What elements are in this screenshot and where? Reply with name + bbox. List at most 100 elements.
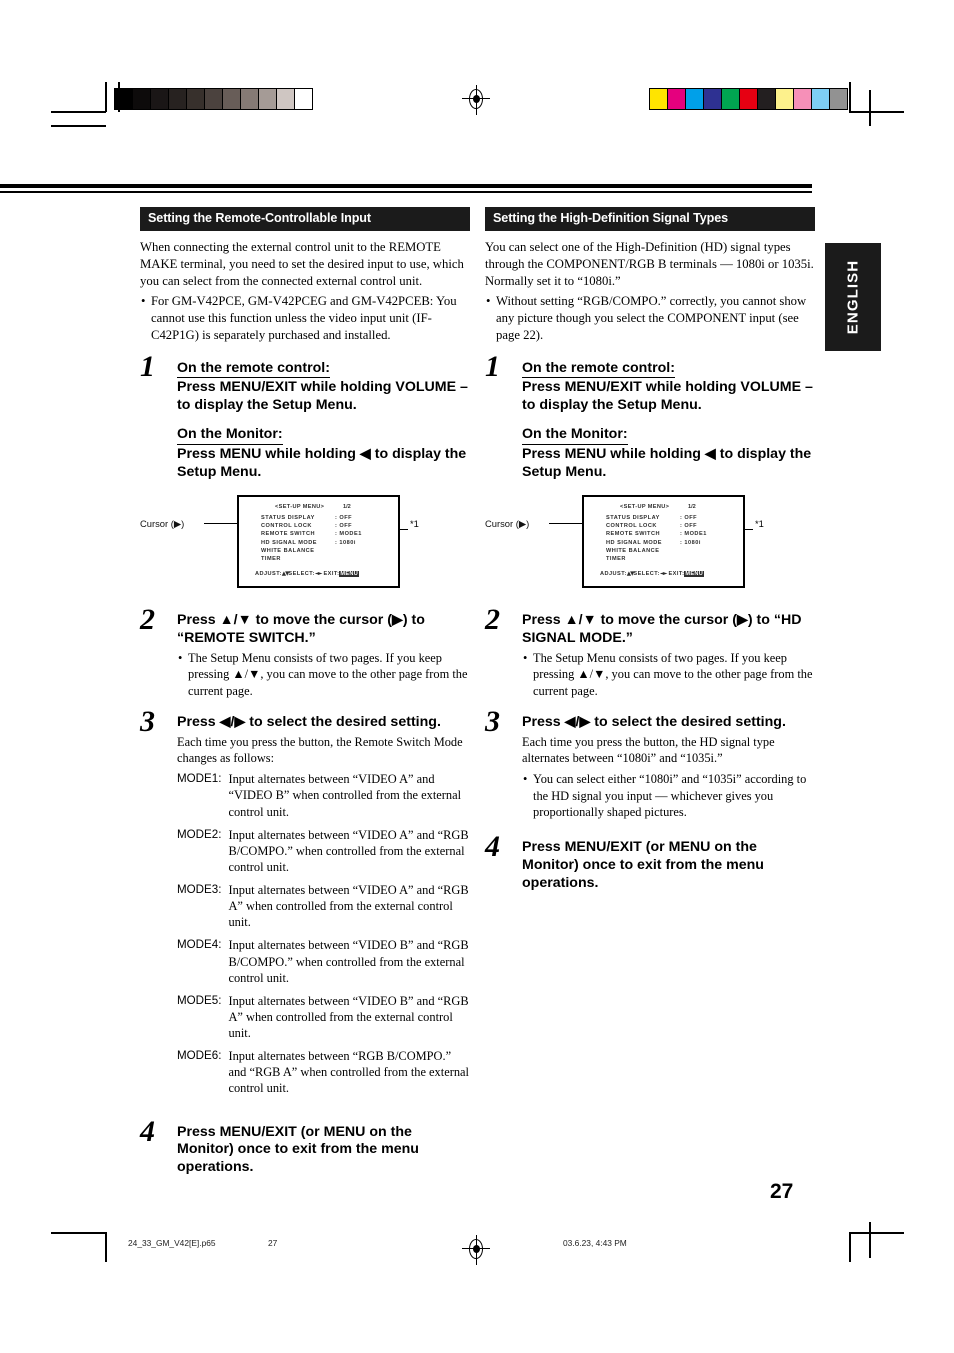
page-rule-thin	[0, 191, 812, 193]
left-section-intro: When connecting the external control uni…	[140, 240, 464, 288]
table-row: MODE3: Input alternates between “VIDEO A…	[177, 882, 470, 937]
osd-item: HD SIGNAL MODE	[606, 539, 662, 546]
color-calibration-bar	[649, 88, 848, 110]
osd-item: HD SIGNAL MODE	[261, 539, 317, 546]
color-swatch	[704, 89, 722, 109]
mode-description: Input alternates between “RGB B/COMPO.” …	[228, 1049, 469, 1096]
crop-mark-tr-vertical-2	[869, 90, 871, 126]
osd-footer-exit-label: EXIT:	[668, 570, 685, 577]
list-item: The Setup Menu consists of two pages. If…	[522, 650, 815, 700]
osd-value-list: : OFF : OFF : MODE1 : 1080i	[680, 514, 707, 547]
step-body: The Setup Menu consists of two pages. If…	[177, 650, 470, 700]
right-step-4: 4 Press MENU/EXIT (or MENU on the Monito…	[485, 831, 815, 893]
osd-screen: <SET-UP MENU> 1/2 STATUS DISPLAY CONTROL…	[237, 494, 400, 588]
step-body: Each time you press the button, the HD s…	[522, 735, 775, 766]
grayscale-swatch	[223, 89, 241, 109]
cursor-callout-label: Cursor (▶)	[485, 517, 530, 529]
list-item: The Setup Menu consists of two pages. If…	[177, 650, 470, 700]
color-swatch	[686, 89, 704, 109]
osd-value: : OFF	[680, 523, 698, 530]
left-step-2: 2 Press ▲/▼ to move the cursor (▶) to “R…	[140, 604, 470, 700]
step-title: Press MENU/EXIT (or MENU on the Monitor)…	[522, 838, 764, 891]
step-title-monitor: On the Monitor:	[522, 426, 628, 446]
step-title-remote-control: On the remote control:	[177, 360, 330, 379]
page-number: 27	[770, 1180, 794, 1203]
mode-label: MODE4:	[177, 938, 222, 952]
mode-description: Input alternates between “VIDEO A” and “…	[228, 772, 462, 819]
registration-mark-bottom	[462, 1235, 490, 1265]
step-number: 2	[485, 602, 500, 636]
grayscale-swatch	[151, 89, 169, 109]
osd-item: WHITE BALANCE	[606, 547, 660, 554]
footer-page: 27	[268, 1238, 278, 1248]
list-item: For GM-V42PCE, GM-V42PCEG and GM-V42PCEB…	[140, 293, 470, 344]
osd-value-list: : OFF : OFF : MODE1 : 1080i	[335, 514, 362, 547]
step-body-monitor: Press MENU while holding ◀ to display th…	[177, 446, 467, 481]
osd-page-indicator: 1/2	[688, 503, 696, 510]
osd-footer-bar: ADJUST:▲▼SELECT:◄► EXIT:MENU	[600, 570, 705, 577]
leftright-arrow-icon: ◄►	[659, 570, 668, 577]
osd-item: WHITE BALANCE	[261, 547, 315, 554]
step-body-bullets: You can select either “1080i” and “1035i…	[522, 771, 815, 821]
grayscale-calibration-bar	[114, 88, 313, 110]
grayscale-swatch	[133, 89, 151, 109]
osd-footer-select-label: SELECT:	[288, 570, 315, 577]
osd-value: : 1080i	[335, 539, 356, 546]
color-swatch	[668, 89, 686, 109]
osd-footer-adjust-label: ADJUST:	[600, 570, 627, 577]
step-title: Press MENU/EXIT (or MENU on the Monitor)…	[177, 1123, 419, 1176]
osd-value: : MODE1	[335, 531, 362, 538]
step-bullets: The Setup Menu consists of two pages. If…	[177, 650, 470, 700]
footnote-callout-label: *1	[410, 517, 419, 529]
grayscale-swatch	[241, 89, 259, 109]
registration-mark-top	[462, 85, 490, 115]
osd-footer-bar: ADJUST:▲▼SELECT:◄► EXIT:MENU	[255, 570, 360, 577]
osd-footer-select-label: SELECT:	[633, 570, 660, 577]
color-swatch	[740, 89, 758, 109]
mode-label: MODE3:	[177, 883, 222, 897]
osd-value: : MODE1	[680, 531, 707, 538]
step-body-monitor: Press MENU while holding ◀ to display th…	[522, 446, 812, 481]
step-bullets: You can select either “1080i” and “1035i…	[522, 771, 815, 821]
osd-footer-exit-key: MENU	[684, 570, 705, 577]
step-title-remote-control: On the remote control:	[522, 360, 675, 379]
step-title: Press ▲/▼ to move the cursor (▶) to “HD …	[522, 611, 802, 646]
left-osd-figure: Cursor (▶) *1 <SET-UP MENU> 1/2 STATUS D…	[140, 492, 470, 597]
osd-item-list: STATUS DISPLAY CONTROL LOCK REMOTE SWITC…	[606, 514, 662, 563]
mode-description: Input alternates between “VIDEO A” and “…	[228, 883, 469, 930]
osd-screen: <SET-UP MENU> 1/2 STATUS DISPLAY CONTROL…	[582, 494, 745, 588]
step-body: Each time you press the button, the Remo…	[177, 735, 463, 766]
step-number: 4	[485, 829, 500, 863]
color-swatch	[722, 89, 740, 109]
mode-label: MODE6:	[177, 1049, 222, 1063]
osd-item: TIMER	[606, 555, 626, 562]
left-column: Setting the Remote-Controllable Input Wh…	[140, 207, 470, 1177]
crop-mark-br-horizontal	[849, 1232, 904, 1234]
grayscale-swatch	[169, 89, 187, 109]
table-row: MODE2: Input alternates between “VIDEO A…	[177, 827, 470, 882]
cursor-callout-label: Cursor (▶)	[140, 517, 185, 529]
footer-date: 03.6.23, 4:43 PM	[563, 1238, 627, 1248]
step-number: 2	[140, 602, 155, 636]
grayscale-swatch	[259, 89, 277, 109]
grayscale-swatch	[115, 89, 133, 109]
right-section-heading: Setting the High-Definition Signal Types	[485, 207, 815, 232]
step-number: 1	[485, 349, 500, 383]
left-step-4: 4 Press MENU/EXIT (or MENU on the Monito…	[140, 1116, 470, 1178]
osd-value: : OFF	[335, 523, 353, 530]
right-osd-figure: Cursor (▶) *1 <SET-UP MENU> 1/2 STATUS D…	[485, 492, 815, 597]
step-number: 1	[140, 349, 155, 383]
left-section-intro-bullets: For GM-V42PCE, GM-V42PCEG and GM-V42PCEB…	[140, 293, 470, 344]
step-body: The Setup Menu consists of two pages. If…	[522, 650, 815, 700]
leftright-arrow-icon: ◄►	[314, 570, 323, 577]
osd-title: <SET-UP MENU>	[275, 503, 325, 510]
crop-mark-tl-vertical	[105, 82, 107, 112]
step-number: 3	[140, 705, 155, 739]
left-section-heading: Setting the Remote-Controllable Input	[140, 207, 470, 232]
color-swatch	[830, 89, 847, 109]
step-title: Press ▲/▼ to move the cursor (▶) to “REM…	[177, 611, 425, 646]
crop-mark-br-vertical	[849, 1232, 851, 1262]
step-number: 3	[485, 705, 500, 739]
list-item: Without setting “RGB/COMPO.” correctly, …	[485, 293, 815, 344]
language-tab-english: ENGLISH	[825, 243, 881, 351]
